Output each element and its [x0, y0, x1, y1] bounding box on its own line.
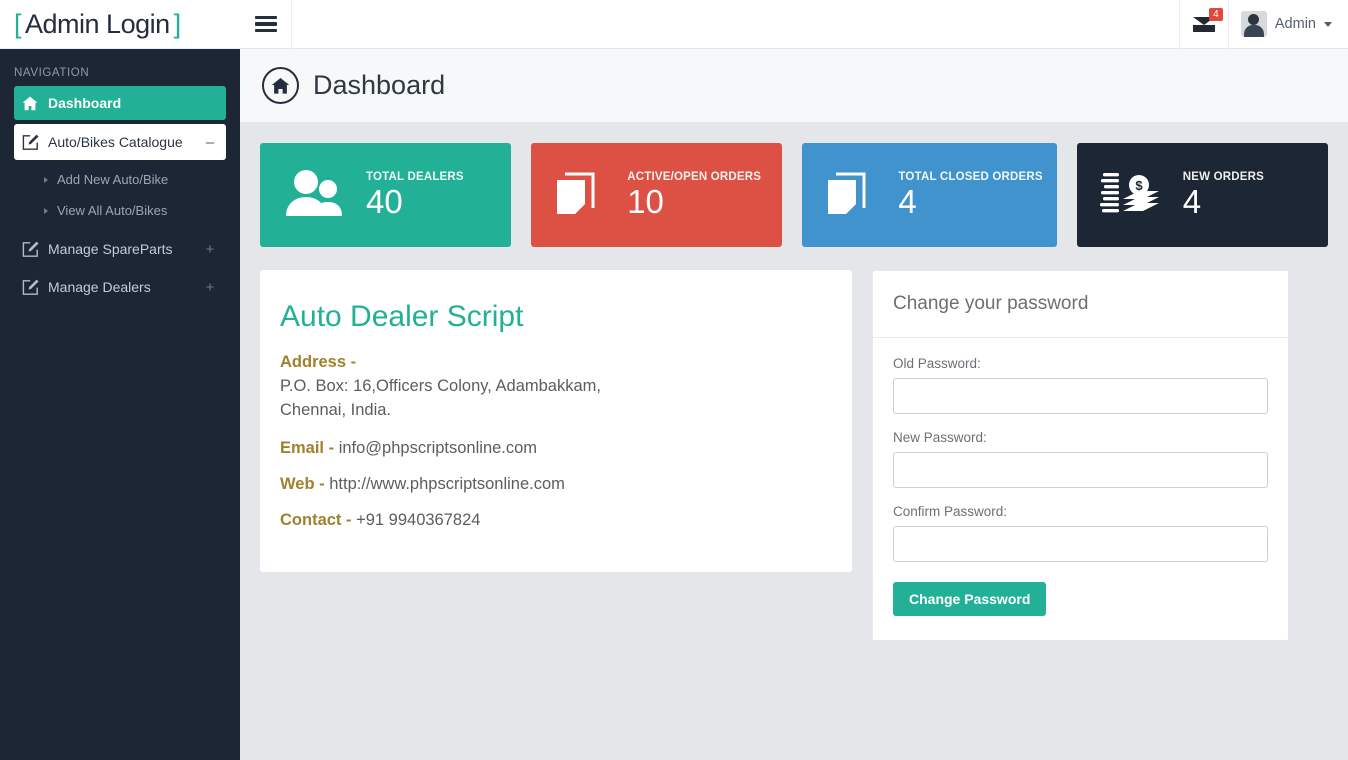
stat-card-new-orders[interactable]: $ NEW ORDERS 4	[1076, 143, 1328, 247]
documents-icon	[824, 166, 876, 225]
change-password-button[interactable]: Change Password	[893, 582, 1047, 616]
dashboard-panels: Auto Dealer Script Address - P.O. Box: 1…	[260, 270, 1328, 641]
pencil-square-icon	[22, 279, 48, 296]
triangle-right-icon	[44, 176, 48, 183]
new-password-label: New Password:	[893, 430, 987, 445]
sidebar-collapse-minus-icon[interactable]: –	[204, 134, 216, 151]
contact-value: +91 9940367824	[356, 511, 481, 529]
sidebar-subitem-label: View All Auto/Bikes	[57, 203, 168, 218]
home-circle-icon	[262, 67, 299, 104]
user-name-label: Admin	[1274, 16, 1316, 32]
users-icon	[282, 168, 344, 223]
stat-card-label: NEW ORDERS	[1182, 170, 1265, 183]
confirm-password-label: Confirm Password:	[893, 504, 1008, 519]
company-contact: Contact - +91 9940367824	[280, 508, 822, 532]
new-password-input[interactable]	[893, 452, 1268, 488]
money-icon: $	[1099, 167, 1161, 224]
page-title: Dashboard	[313, 70, 446, 100]
company-info-panel: Auto Dealer Script Address - P.O. Box: 1…	[260, 270, 852, 572]
stat-card-label: TOTAL CLOSED ORDERS	[898, 170, 1043, 183]
sidebar-subitem-add-new-auto-bike[interactable]: Add New Auto/Bike	[14, 164, 226, 195]
chevron-down-icon	[1324, 21, 1332, 27]
stat-card-active-open-orders[interactable]: ACTIVE/OPEN ORDERS 10	[531, 143, 783, 247]
pencil-square-icon	[22, 241, 48, 258]
messages-button[interactable]: 4	[1178, 0, 1229, 49]
stat-card-label: ACTIVE/OPEN ORDERS	[627, 170, 762, 183]
sidebar-item-manage-spareparts[interactable]: Manage SpareParts +	[14, 232, 226, 266]
company-email: Email - info@phpscriptsonline.com	[280, 436, 822, 460]
address-label: Address -	[280, 353, 357, 371]
sidebar-item-manage-dealers[interactable]: Manage Dealers +	[14, 270, 226, 304]
avatar	[1240, 11, 1267, 37]
sidebar-item-auto-bikes-catalogue[interactable]: Auto/Bikes Catalogue –	[14, 124, 226, 160]
documents-icon	[553, 166, 605, 225]
stat-card-total-dealers[interactable]: TOTAL DEALERS 40	[260, 143, 512, 247]
content-area: TOTAL DEALERS 40 ACTIVE/OPEN ORDERS 10 T…	[240, 123, 1348, 760]
sidebar-nav: Dashboard Auto/Bikes Catalogue – Add New…	[0, 86, 240, 308]
hamburger-icon	[254, 13, 277, 36]
stat-card-label: TOTAL DEALERS	[366, 170, 464, 183]
address-line-2: Chennai, India.	[280, 401, 391, 419]
stat-card-value: 4	[898, 182, 917, 220]
web-value[interactable]: http://www.phpscriptsonline.com	[329, 475, 565, 493]
brand-bracket-left: [	[14, 8, 22, 39]
contact-label: Contact -	[280, 511, 352, 529]
change-password-heading: Change your password	[873, 271, 1288, 338]
brand-text: Admin Login	[25, 8, 170, 39]
old-password-input[interactable]	[893, 378, 1268, 414]
stat-card-total-closed-orders[interactable]: TOTAL CLOSED ORDERS 4	[802, 143, 1057, 247]
company-web: Web - http://www.phpscriptsonline.com	[280, 472, 822, 496]
sidebar-expand-plus-icon[interactable]: +	[204, 241, 216, 258]
company-address: Address - P.O. Box: 16,Officers Colony, …	[280, 350, 822, 422]
web-label: Web -	[280, 475, 325, 493]
change-password-form: Old Password: New Password: Confirm Pass…	[873, 338, 1288, 640]
sidebar-subitem-label: Add New Auto/Bike	[57, 172, 169, 187]
sidebar-subitem-view-all-auto-bikes[interactable]: View All Auto/Bikes	[14, 195, 226, 226]
address-line-1: P.O. Box: 16,Officers Colony, Adambakkam…	[280, 377, 601, 395]
sidebar-item-dashboard[interactable]: Dashboard	[14, 86, 226, 120]
user-menu[interactable]: Admin	[1229, 0, 1348, 49]
stat-card-value: 4	[1182, 182, 1202, 220]
main-area: 4 Admin Dashboard TOTAL DEALERS 40 ACTIV…	[240, 0, 1348, 760]
confirm-password-input[interactable]	[893, 526, 1268, 562]
triangle-right-icon	[44, 207, 48, 214]
home-icon	[22, 96, 48, 111]
navigation-heading: NAVIGATION	[14, 67, 90, 79]
change-password-panel: Change your password Old Password: New P…	[872, 270, 1289, 641]
sidebar-expand-plus-icon[interactable]: +	[204, 279, 216, 296]
stat-cards: TOTAL DEALERS 40 ACTIVE/OPEN ORDERS 10 T…	[260, 143, 1328, 247]
sidebar-item-label: Dashboard	[48, 95, 122, 111]
message-count-badge: 4	[1208, 7, 1223, 21]
old-password-label: Old Password:	[893, 356, 981, 371]
page-header: Dashboard	[240, 49, 1348, 123]
topbar: 4 Admin	[240, 0, 1348, 49]
admin-dashboard-app: [ Admin Login ] NAVIGATION Dashboard Aut…	[0, 0, 1348, 760]
stat-card-value: 10	[627, 182, 664, 220]
sidebar-item-label: Manage SpareParts	[48, 241, 173, 257]
pencil-square-icon	[22, 134, 48, 151]
svg-text:$: $	[1135, 178, 1143, 193]
brand-logo[interactable]: [ Admin Login ]	[0, 0, 240, 49]
sidebar-toggle-button[interactable]	[240, 0, 292, 49]
sidebar-item-label: Auto/Bikes Catalogue	[48, 134, 183, 150]
company-title: Auto Dealer Script	[280, 300, 524, 333]
sidebar-item-label: Manage Dealers	[48, 279, 151, 295]
stat-card-value: 40	[366, 182, 403, 220]
topbar-right: 4 Admin	[1178, 0, 1348, 49]
email-label: Email -	[280, 439, 335, 457]
sidebar: [ Admin Login ] NAVIGATION Dashboard Aut…	[0, 0, 240, 760]
brand-bracket-right: ]	[173, 8, 182, 39]
email-value[interactable]: info@phpscriptsonline.com	[339, 439, 537, 457]
